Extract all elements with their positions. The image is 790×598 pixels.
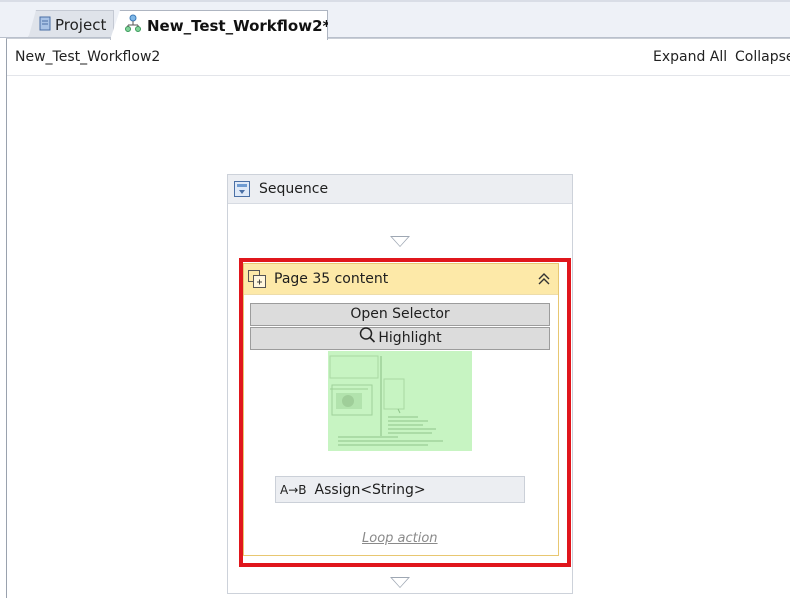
tab-workflow-label: New_Test_Workflow2* <box>147 16 331 35</box>
loop-action-link[interactable]: Loop action <box>362 531 438 546</box>
activity-title: Page 35 content <box>274 271 389 287</box>
assign-string-activity[interactable]: A→B Assign<String> <box>275 476 525 503</box>
designer-header: New_Test_Workflow2 Expand All Collapse <box>7 39 790 76</box>
collapse-all-button[interactable]: Collapse <box>735 49 790 65</box>
document-tab-strip: Project New_Test_Workflow2* ✕ <box>0 0 790 40</box>
magnifier-icon <box>358 326 378 351</box>
sequence-title: Sequence <box>259 181 329 197</box>
selector-preview-image <box>328 351 472 451</box>
highlight-label: Highlight <box>378 330 442 346</box>
open-selector-button[interactable]: Open Selector <box>250 303 550 326</box>
tab-project[interactable]: Project <box>28 10 114 39</box>
highlight-button[interactable]: Highlight <box>250 327 550 350</box>
tab-new-test-workflow2[interactable]: New_Test_Workflow2* ✕ <box>110 10 328 40</box>
drop-target-arrow-bottom[interactable] <box>390 577 410 588</box>
breadcrumb[interactable]: New_Test_Workflow2 <box>15 49 160 65</box>
expand-all-button[interactable]: Expand All <box>653 49 727 65</box>
drop-target-arrow-top[interactable] <box>390 236 410 247</box>
sequence-icon <box>233 180 251 198</box>
page-content-activity[interactable]: Page 35 content Open Selector Highlight <box>243 263 559 556</box>
sequence-header[interactable]: Sequence <box>228 175 572 204</box>
workflow-icon <box>125 14 141 38</box>
close-icon[interactable]: ✕ <box>333 17 346 35</box>
document-icon <box>39 16 51 35</box>
tab-project-label: Project <box>55 16 107 34</box>
chevron-double-up-icon[interactable] <box>536 271 552 287</box>
activity-header[interactable]: Page 35 content <box>244 264 558 295</box>
activity-icon <box>247 269 267 289</box>
assign-icon: A→B <box>280 482 307 497</box>
assign-label: Assign<String> <box>314 481 426 498</box>
